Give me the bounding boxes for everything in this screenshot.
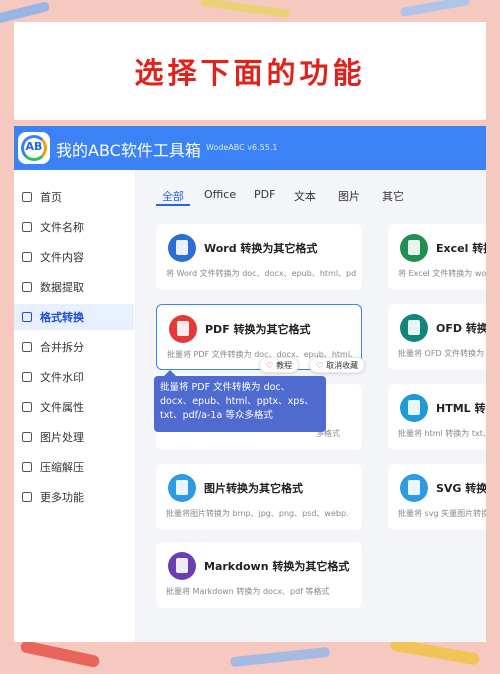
background-decoration: [19, 639, 101, 669]
word-icon: [168, 234, 196, 262]
sidebar-item-label: 压缩解压: [40, 461, 84, 474]
sidebar-item-label: 文件水印: [40, 371, 84, 384]
app-title: 我的ABC软件工具箱: [56, 141, 201, 160]
card-desc: 批量将 OFD 文件转换为 pdf: [398, 349, 486, 358]
card-title: 图片转换为其它格式: [204, 482, 303, 495]
sidebar-item-image-process[interactable]: 图片处理: [14, 424, 134, 450]
card-title: PDF 转换为其它格式: [205, 323, 311, 336]
file-properties-icon: [22, 402, 32, 412]
background-decoration: [199, 0, 291, 19]
card-desc: 批量将图片转换为 bmp、jpg、png、psd、webp.: [166, 509, 349, 518]
background-decoration: [229, 646, 331, 668]
card-markdown-convert[interactable]: Markdown 转换为其它格式 批量将 Markdown 转换为 docx、p…: [156, 542, 362, 608]
unfavorite-button[interactable]: ♡ 取消收藏: [309, 357, 366, 373]
sidebar-item-label: 文件属性: [40, 401, 84, 414]
sidebar-item-label: 图片处理: [40, 431, 84, 444]
home-icon: [22, 192, 32, 202]
pdf-tooltip: 批量将 PDF 文件转换为 doc、docx、epub、html、pptx、xp…: [154, 370, 326, 432]
sidebar-item-format-convert[interactable]: 格式转换: [14, 304, 134, 330]
sidebar-item-label: 合并拆分: [40, 341, 84, 354]
heart-icon: ♡: [316, 361, 324, 370]
tab-pdf[interactable]: PDF: [248, 184, 281, 206]
excel-icon: [400, 234, 428, 262]
tab-all[interactable]: 全部: [156, 184, 190, 206]
sidebar-item-compress[interactable]: 压缩解压: [14, 454, 134, 480]
ofd-icon: [400, 314, 428, 342]
sidebar: 首页 文件名称 文件内容 数据提取 格式转换 合并拆分 文件水印 文件属性 图片…: [14, 170, 136, 642]
title-bar: AB 我的ABC软件工具箱 WodeABC v6.55.1: [14, 126, 486, 170]
sidebar-item-file-content[interactable]: 文件内容: [14, 244, 134, 270]
sidebar-item-more[interactable]: 更多功能: [14, 484, 134, 510]
pdf-icon: [169, 315, 197, 343]
sidebar-item-label: 首页: [40, 191, 62, 204]
card-excel-convert[interactable]: Excel 转换为其它格式 将 Excel 文件转换为 word、: [388, 224, 486, 290]
sidebar-item-label: 数据提取: [40, 281, 84, 294]
file-name-icon: [22, 222, 32, 232]
image-icon: [168, 474, 196, 502]
card-desc: 将 Word 文件转换为 doc、docx、epub、html、pd: [166, 269, 356, 278]
tab-text[interactable]: 文本: [288, 184, 322, 206]
sidebar-item-watermark[interactable]: 文件水印: [14, 364, 134, 390]
markdown-icon: [168, 552, 196, 580]
data-extract-icon: [22, 282, 32, 292]
card-pdf-convert[interactable]: PDF 转换为其它格式 批量将 PDF 文件转换为 doc、docx、epub、…: [156, 304, 366, 373]
sidebar-item-file-name[interactable]: 文件名称: [14, 214, 134, 240]
card-title: Excel 转换为其它格式: [436, 242, 486, 255]
logo-text: AB: [25, 140, 43, 153]
file-content-icon: [22, 252, 32, 262]
tutorial-button[interactable]: ♡ 教程: [259, 357, 300, 373]
card-desc: 批量将 html 转换为 txt、do: [398, 429, 486, 438]
card-desc: 批量将 Markdown 转换为 docx、pdf 等格式: [166, 587, 330, 596]
card-title: OFD 转换为其它格式: [436, 322, 486, 335]
tutorial-icon: ♡: [266, 361, 274, 370]
unfavorite-label: 取消收藏: [326, 361, 359, 370]
sidebar-item-label: 格式转换: [40, 311, 84, 324]
card-title: Word 转换为其它格式: [204, 242, 318, 255]
card-desc: 将 Excel 文件转换为 word、: [398, 269, 486, 278]
svg-icon: [400, 474, 428, 502]
card-image-convert[interactable]: 图片转换为其它格式 批量将图片转换为 bmp、jpg、png、psd、webp.: [156, 464, 362, 530]
sidebar-item-label: 更多功能: [40, 491, 84, 504]
background-decoration: [389, 638, 481, 666]
more-functions-icon: [22, 492, 32, 502]
card-title: Markdown 转换为其它格式: [204, 560, 350, 573]
sidebar-item-data-extract[interactable]: 数据提取: [14, 274, 134, 300]
compress-icon: [22, 462, 32, 472]
image-process-icon: [22, 432, 32, 442]
card-ofd-convert[interactable]: OFD 转换为其它格式 批量将 OFD 文件转换为 pdf: [388, 304, 486, 370]
watermark-icon: [22, 372, 32, 382]
card-desc: 批量将 svg 矢量图片转换为: [398, 509, 486, 518]
card-title: SVG 转换为其它格式: [436, 482, 486, 495]
card-title: HTML 转换为其它格式: [436, 402, 486, 415]
tab-other[interactable]: 其它: [376, 184, 410, 206]
tutorial-label: 教程: [276, 361, 293, 370]
sidebar-item-label: 文件名称: [40, 221, 84, 234]
html-icon: [400, 394, 428, 422]
tab-office[interactable]: Office: [198, 184, 242, 206]
card-svg-convert[interactable]: SVG 转换为其它格式 批量将 svg 矢量图片转换为: [388, 464, 486, 530]
format-convert-icon: [22, 312, 32, 322]
headline-text: 选择下面的功能: [134, 56, 366, 90]
sidebar-item-file-properties[interactable]: 文件属性: [14, 394, 134, 420]
card-html-convert[interactable]: HTML 转换为其它格式 批量将 html 转换为 txt、do: [388, 384, 486, 450]
app-version: WodeABC v6.55.1: [206, 143, 278, 152]
background-decoration: [399, 0, 471, 18]
sidebar-item-merge-split[interactable]: 合并拆分: [14, 334, 134, 360]
card-word-convert[interactable]: Word 转换为其它格式 将 Word 文件转换为 doc、docx、epub、…: [156, 224, 362, 290]
app-logo: AB: [18, 132, 50, 164]
tab-image[interactable]: 图片: [332, 184, 366, 206]
sidebar-item-label: 文件内容: [40, 251, 84, 264]
merge-split-icon: [22, 342, 32, 352]
sidebar-item-home[interactable]: 首页: [14, 184, 134, 210]
